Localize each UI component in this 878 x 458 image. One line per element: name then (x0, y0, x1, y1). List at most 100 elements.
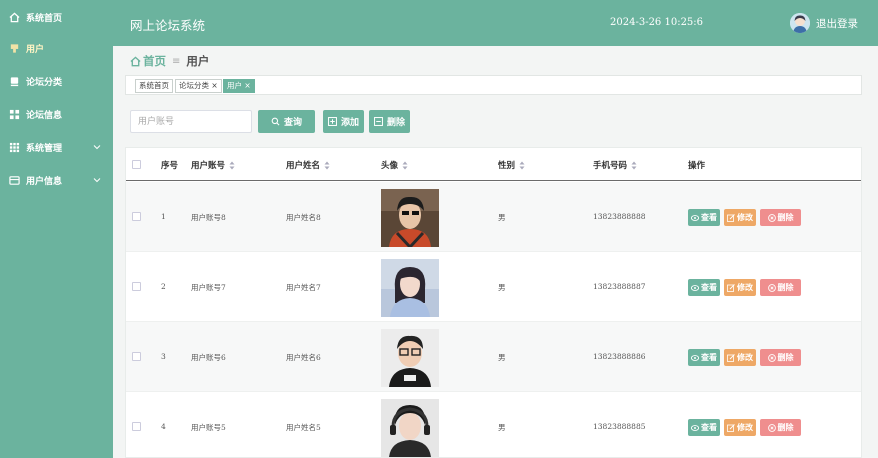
search-input[interactable] (130, 110, 252, 133)
category-icon (8, 75, 20, 87)
cell-gender: 男 (498, 423, 506, 432)
tag-home[interactable]: 系统首页 (135, 79, 173, 93)
delete-button[interactable]: 删除 (760, 349, 801, 366)
user-table: 序号 用户账号 用户姓名 头像 性别 手机号码 操作 1 用户账号8 用户姓名8… (125, 147, 862, 458)
home-icon (8, 11, 20, 23)
user-avatar-photo (381, 329, 439, 387)
close-circle-icon (767, 353, 776, 362)
sidebar-item-forum-info[interactable]: 论坛信息 (0, 99, 113, 129)
delete-label: 删除 (386, 118, 405, 128)
sidebar-item-user[interactable]: 用户 (0, 33, 113, 63)
edit-button[interactable]: 修改 (724, 349, 756, 366)
logout-button[interactable]: 退出登录 (816, 16, 858, 31)
sort-icon[interactable] (402, 161, 408, 170)
breadcrumb-separator: ≡ (172, 55, 181, 67)
sidebar-item-label: 论坛信息 (26, 110, 63, 121)
edit-button[interactable]: 修改 (724, 419, 756, 436)
cell-gender: 男 (498, 283, 506, 292)
cell-name: 用户姓名8 (286, 213, 321, 222)
table-row: 1 用户账号8 用户姓名8 男 13823888888 查看 修改 删除 (126, 182, 861, 252)
add-label: 添加 (340, 118, 359, 128)
cell-index: 3 (161, 352, 166, 361)
sidebar-item-label: 用户信息 (26, 176, 63, 187)
edit-button[interactable]: 修改 (724, 279, 756, 296)
grid-icon (8, 108, 20, 120)
delete-button[interactable]: 删除 (760, 419, 801, 436)
table-row: 2 用户账号7 用户姓名7 男 13823888887 查看 修改 删除 (126, 252, 861, 322)
breadcrumb-home[interactable]: 首页 (143, 53, 166, 69)
view-button[interactable]: 查看 (688, 419, 720, 436)
column-header-account[interactable]: 用户账号 (191, 159, 235, 171)
query-button[interactable]: 查询 (258, 110, 315, 133)
close-circle-icon (767, 213, 776, 222)
home-icon (130, 55, 141, 67)
app-title: 网上论坛系统 (130, 18, 206, 33)
eye-icon (691, 424, 699, 431)
edit-icon (727, 283, 735, 292)
cell-phone: 13823888888 (593, 212, 646, 221)
current-datetime: 2024-3-26 10:25:6 (610, 17, 704, 28)
column-header-index: 序号 (161, 161, 179, 171)
cell-index: 1 (161, 212, 166, 221)
profile-icon (8, 174, 20, 186)
cell-gender: 男 (498, 213, 506, 222)
sort-icon[interactable] (229, 161, 235, 170)
cell-name: 用户姓名6 (286, 353, 321, 362)
cell-phone: 13823888886 (593, 352, 646, 361)
view-button[interactable]: 查看 (688, 349, 720, 366)
user-avatar-photo (381, 189, 439, 247)
sidebar-item-label: 系统管理 (26, 143, 63, 154)
row-checkbox[interactable] (132, 422, 141, 431)
edit-icon (727, 213, 735, 222)
select-all-checkbox[interactable] (132, 160, 141, 169)
top-header: 网上论坛系统 2024-3-26 10:25:6 退出登录 (113, 0, 878, 46)
sidebar-item-user-info[interactable]: 用户信息 (0, 165, 113, 195)
sidebar-item-system[interactable]: 系统管理 (0, 132, 113, 162)
view-button[interactable]: 查看 (688, 209, 720, 226)
sidebar-item-label: 用户 (26, 44, 45, 55)
table-row: 3 用户账号6 用户姓名6 男 13823888886 查看 修改 删除 (126, 322, 861, 392)
cell-account: 用户账号6 (191, 353, 226, 362)
sort-icon[interactable] (631, 161, 637, 170)
column-header-name[interactable]: 用户姓名 (286, 159, 330, 171)
apps-icon (8, 141, 20, 153)
batch-delete-button[interactable]: 删除 (369, 110, 410, 133)
cell-name: 用户姓名5 (286, 423, 321, 432)
row-checkbox[interactable] (132, 282, 141, 291)
delete-button[interactable]: 删除 (760, 209, 801, 226)
column-header-gender[interactable]: 性别 (498, 159, 525, 171)
add-button[interactable]: 添加 (323, 110, 364, 133)
column-header-avatar[interactable]: 头像 (381, 159, 408, 171)
edit-button[interactable]: 修改 (724, 209, 756, 226)
eye-icon (691, 214, 699, 221)
breadcrumb-current: 用户 (186, 54, 210, 68)
cell-phone: 13823888887 (593, 282, 646, 291)
table-header: 序号 用户账号 用户姓名 头像 性别 手机号码 操作 (126, 148, 861, 181)
column-header-actions: 操作 (688, 161, 706, 171)
close-circle-icon (767, 283, 776, 292)
delete-button[interactable]: 删除 (760, 279, 801, 296)
row-checkbox[interactable] (132, 212, 141, 221)
tag-category[interactable]: 论坛分类 × (175, 79, 222, 93)
row-checkbox[interactable] (132, 352, 141, 361)
view-button[interactable]: 查看 (688, 279, 720, 296)
search-icon (271, 117, 280, 126)
cell-account: 用户账号8 (191, 213, 226, 222)
tags-view-bar: 系统首页 论坛分类 × 用户 × (125, 75, 862, 95)
eye-icon (691, 284, 699, 291)
column-header-phone[interactable]: 手机号码 (593, 159, 637, 171)
eye-icon (691, 354, 699, 361)
chevron-down-icon (93, 176, 101, 186)
query-label: 查询 (283, 118, 302, 128)
cell-gender: 男 (498, 353, 506, 362)
sort-icon[interactable] (324, 161, 330, 170)
sort-icon[interactable] (519, 161, 525, 170)
user-icon (8, 42, 20, 54)
tag-user[interactable]: 用户 × (223, 79, 255, 93)
sidebar-item-category[interactable]: 论坛分类 (0, 66, 113, 96)
sidebar-item-label: 系统首页 (26, 13, 63, 24)
sidebar: 系统首页 用户 论坛分类 论坛信息 系统管理 用户信息 (0, 0, 113, 458)
sidebar-item-home[interactable]: 系统首页 (0, 2, 113, 32)
avatar[interactable] (790, 13, 810, 33)
edit-icon (727, 353, 735, 362)
